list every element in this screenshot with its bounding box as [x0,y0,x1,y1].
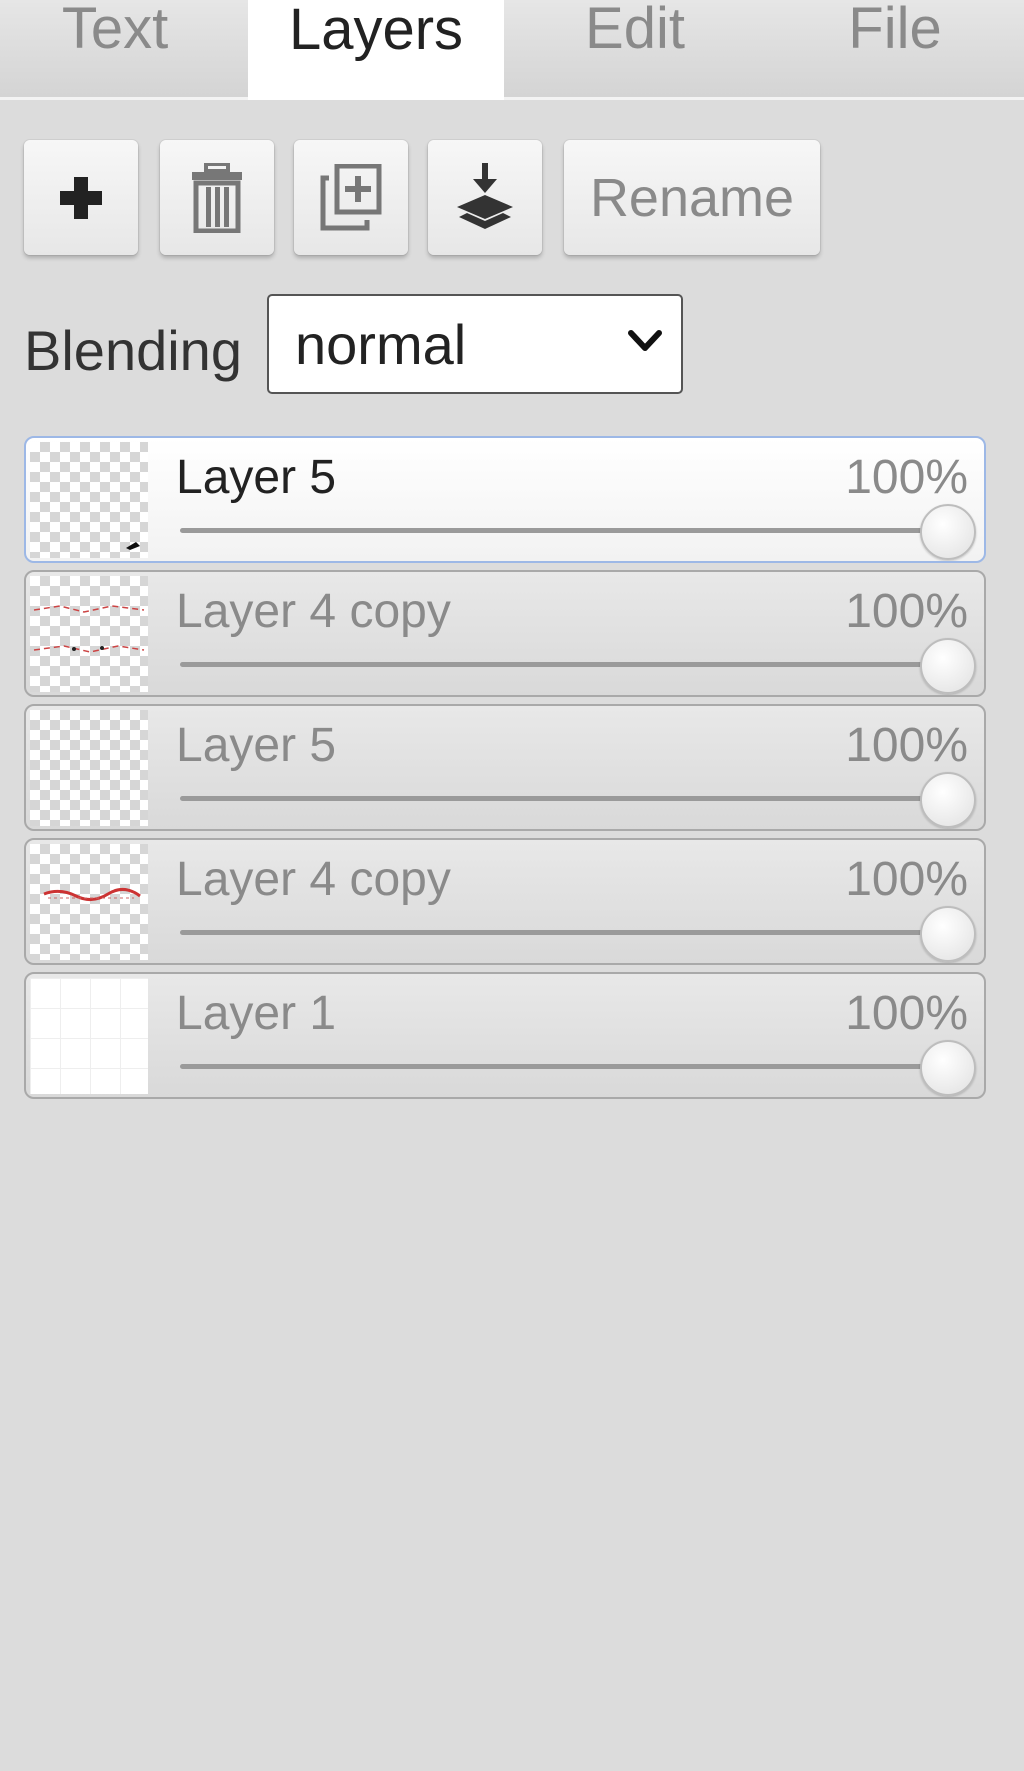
layer-thumbnail [30,576,148,692]
layer-opacity-value: 100% [845,451,968,504]
opacity-slider-handle[interactable] [920,1040,976,1096]
layer-name: Layer 5 [176,719,337,772]
add-layer-button[interactable] [24,140,138,255]
opacity-slider[interactable] [180,796,954,801]
rename-layer-button[interactable]: Rename [564,140,820,255]
merge-down-button[interactable] [428,140,542,255]
tab-edit-label: Edit [585,0,685,61]
blending-select[interactable]: normal [267,294,683,394]
chevron-down-icon [628,330,662,351]
layer-thumbnail [30,442,148,558]
layer-name: Layer 5 [176,451,337,504]
duplicate-icon [320,163,382,230]
layer-name: Layer 4 copy [176,585,451,638]
layer-item[interactable]: Layer 4 copy 100% [24,838,986,965]
layer-item[interactable]: Layer 1 100% [24,972,986,1099]
trash-icon [192,162,242,233]
layer-thumbnail [30,844,148,960]
opacity-slider[interactable] [180,1064,954,1069]
layer-opacity-value: 100% [845,853,968,906]
tab-text[interactable]: Text [0,0,230,97]
opacity-slider[interactable] [180,662,954,667]
layer-name: Layer 1 [176,987,337,1040]
opacity-slider-handle[interactable] [920,772,976,828]
plus-icon [60,176,102,219]
layer-opacity-value: 100% [845,585,968,638]
opacity-slider[interactable] [180,930,954,935]
layer-item[interactable]: Layer 4 copy 100% [24,570,986,697]
rename-button-label: Rename [589,167,795,228]
layer-opacity-value: 100% [845,987,968,1040]
tab-file-label: File [848,0,942,61]
layer-thumbnail [30,710,148,826]
layer-thumbnail [30,978,148,1094]
blending-label: Blending [24,319,242,382]
opacity-slider-handle[interactable] [920,906,976,962]
blending-value: normal [295,312,467,376]
tab-edit[interactable]: Edit [520,0,750,97]
layer-item[interactable]: Layer 5 100% [24,436,986,563]
tab-file[interactable]: File [780,0,1010,97]
delete-layer-button[interactable] [160,140,274,255]
duplicate-layer-button[interactable] [294,140,408,255]
layer-item[interactable]: Layer 5 100% [24,704,986,831]
layer-opacity-value: 100% [845,719,968,772]
layer-name: Layer 4 copy [176,853,451,906]
tab-layers-label: Layers [288,0,464,62]
merge-down-icon [457,162,513,229]
tab-layers[interactable]: Layers [248,0,504,100]
tab-bar: Text Layers Edit File [0,0,1024,100]
opacity-slider-handle[interactable] [920,504,976,560]
tab-text-label: Text [61,0,169,61]
opacity-slider-handle[interactable] [920,638,976,694]
opacity-slider[interactable] [180,528,954,533]
